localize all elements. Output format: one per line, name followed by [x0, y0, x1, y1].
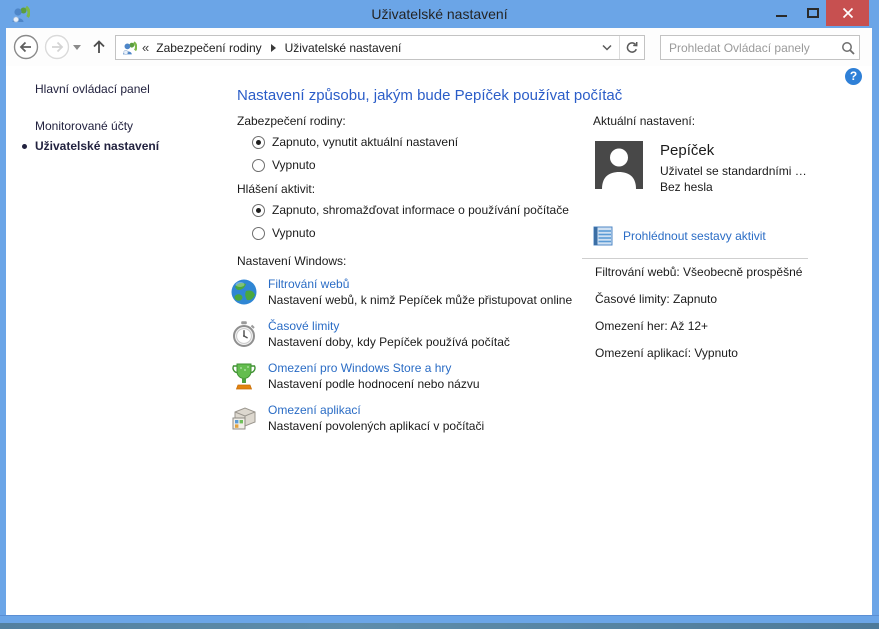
right-panel-divider [582, 258, 808, 259]
maximize-icon [807, 8, 819, 18]
setting-item-time-limits[interactable]: Časové limity Nastavení doby, kdy Pepíče… [229, 319, 649, 350]
user-avatar [595, 141, 643, 189]
window-border-right [872, 28, 879, 615]
address-bar[interactable]: « Zabezpečení rodiny Uživatelské nastave… [115, 35, 645, 60]
active-item-bullet-icon [22, 144, 27, 149]
current-settings-label: Aktuální nastavení: [593, 114, 695, 128]
web-filtering-link[interactable]: Filtrování webů [268, 277, 572, 292]
sidebar-item-main-control-panel[interactable]: Hlavní ovládací panel [35, 82, 150, 96]
activity-report-icon [592, 225, 614, 247]
store-games-description: Nastavení podle hodnocení nebo názvu [268, 376, 480, 392]
app-restrictions-box-icon[interactable] [229, 403, 259, 433]
time-limits-stopwatch-icon[interactable] [229, 319, 259, 349]
page-title: Nastavení způsobu, jakým bude Pepíček po… [237, 87, 622, 104]
breadcrumb-separator-icon [271, 44, 276, 52]
radio-selected-icon[interactable] [252, 204, 265, 217]
activity-reporting-on-option[interactable]: Zapnuto, shromažďovat informace o použív… [252, 203, 569, 217]
user-password-status: Bez hesla [660, 180, 713, 194]
web-filtering-globe-icon[interactable] [229, 277, 259, 307]
family-safety-group-label: Zabezpečení rodiny: [237, 114, 346, 128]
window-title: Uživatelské nastavení [0, 0, 879, 28]
setting-item-store-games[interactable]: Omezení pro Windows Store a hry Nastaven… [229, 361, 649, 392]
radio-unselected-icon[interactable] [252, 227, 265, 240]
option-label[interactable]: Zapnuto, vynutit aktuální nastavení [272, 135, 458, 149]
summary-time-limits: Časové limity: Zapnuto [595, 292, 717, 306]
web-filtering-description: Nastavení webů, k nimž Pepíček může přis… [268, 292, 572, 308]
summary-game-restrictions: Omezení her: Až 12+ [595, 319, 708, 333]
search-box [660, 35, 860, 60]
view-activity-reports-item[interactable]: Prohlédnout sestavy aktivit [592, 225, 766, 247]
sidebar-item-monitored-accounts[interactable]: Monitorované účty [35, 119, 133, 133]
breadcrumb-item-user-settings[interactable]: Uživatelské nastavení [285, 41, 402, 55]
search-icon [841, 41, 855, 55]
recent-pages-dropdown[interactable] [73, 45, 81, 50]
store-games-trophy-icon[interactable] [229, 361, 259, 391]
maximize-button[interactable] [800, 0, 826, 26]
summary-app-restrictions: Omezení aplikací: Vypnuto [595, 346, 738, 360]
activity-reporting-off-option[interactable]: Vypnuto [252, 226, 316, 240]
forward-arrow-icon [44, 34, 70, 60]
search-button[interactable] [837, 37, 859, 58]
close-icon [842, 7, 854, 19]
store-games-link[interactable]: Omezení pro Windows Store a hry [268, 361, 480, 376]
radio-selected-icon[interactable] [252, 136, 265, 149]
refresh-icon [625, 41, 639, 55]
option-label[interactable]: Zapnuto, shromažďovat informace o použív… [272, 203, 569, 217]
breadcrumb-overflow-button[interactable]: « [142, 40, 149, 55]
option-label[interactable]: Vypnuto [272, 158, 316, 172]
up-button[interactable] [90, 38, 108, 56]
family-safety-off-option[interactable]: Vypnuto [252, 158, 316, 172]
minimize-icon [776, 15, 787, 17]
family-safety-icon [121, 40, 137, 56]
address-dropdown-button[interactable] [595, 36, 619, 59]
back-arrow-icon [13, 34, 39, 60]
user-name: Pepíček [660, 142, 714, 159]
up-arrow-icon [90, 38, 108, 56]
forward-button[interactable] [44, 34, 70, 60]
user-account-type: Uživatel se standardními … [660, 164, 807, 178]
time-limits-link[interactable]: Časové limity [268, 319, 510, 334]
family-safety-on-option[interactable]: Zapnuto, vynutit aktuální nastavení [252, 135, 458, 149]
option-label[interactable]: Vypnuto [272, 226, 316, 240]
app-restrictions-link[interactable]: Omezení aplikací [268, 403, 484, 418]
window: Uživatelské nastavení [0, 0, 879, 629]
back-button[interactable] [13, 34, 39, 60]
close-button[interactable] [826, 0, 869, 26]
windows-settings-group-label: Nastavení Windows: [237, 254, 346, 268]
time-limits-description: Nastavení doby, kdy Pepíček používá počí… [268, 334, 510, 350]
title-bar: Uživatelské nastavení [0, 0, 879, 28]
summary-web-filtering: Filtrování webů: Všeobecně prospěšné [595, 265, 802, 279]
chevron-down-icon [602, 44, 612, 51]
setting-item-web-filtering[interactable]: Filtrování webů Nastavení webů, k nimž P… [229, 277, 649, 308]
help-button[interactable]: ? [845, 68, 862, 85]
window-border-bottom [0, 615, 879, 623]
window-border-left [0, 28, 6, 615]
sidebar-item-user-settings[interactable]: Uživatelské nastavení [35, 139, 159, 153]
refresh-button[interactable] [620, 36, 644, 59]
app-restrictions-description: Nastavení povolených aplikací v počítači [268, 418, 484, 434]
setting-item-text: Časové limity Nastavení doby, kdy Pepíče… [268, 319, 510, 350]
desktop-background [0, 623, 879, 629]
setting-item-text: Filtrování webů Nastavení webů, k nimž P… [268, 277, 572, 308]
radio-unselected-icon[interactable] [252, 159, 265, 172]
search-input[interactable] [661, 37, 837, 58]
setting-item-text: Omezení aplikací Nastavení povolených ap… [268, 403, 484, 434]
setting-item-app-restrictions[interactable]: Omezení aplikací Nastavení povolených ap… [229, 403, 649, 434]
setting-item-text: Omezení pro Windows Store a hry Nastaven… [268, 361, 480, 392]
view-activity-reports-link[interactable]: Prohlédnout sestavy aktivit [623, 229, 766, 243]
breadcrumb-item-family-safety[interactable]: Zabezpečení rodiny [156, 41, 261, 55]
minimize-button[interactable] [768, 0, 794, 26]
activity-reporting-group-label: Hlášení aktivit: [237, 182, 315, 196]
